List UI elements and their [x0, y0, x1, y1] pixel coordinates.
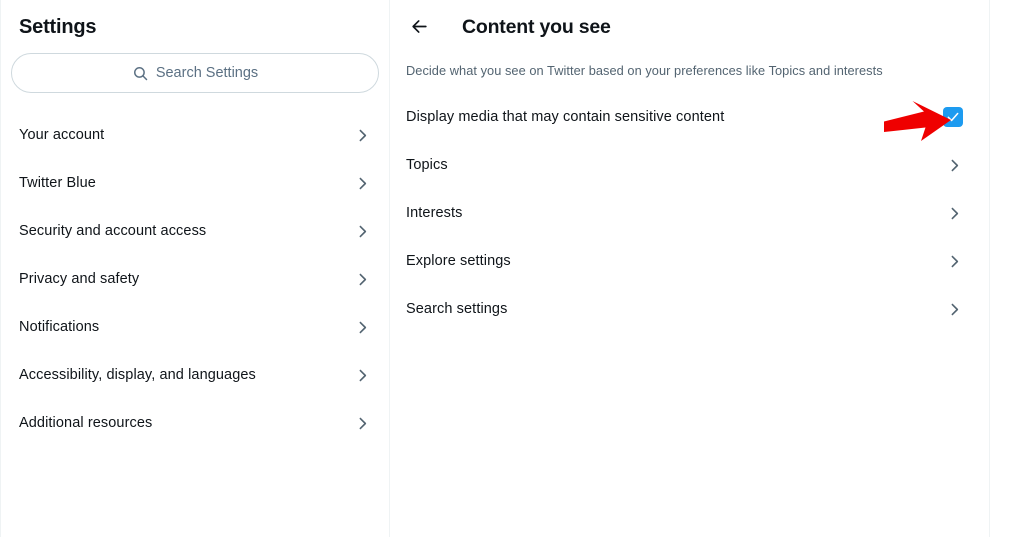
- sidebar-item-accessibility-display-and-languages[interactable]: Accessibility, display, and languages: [1, 351, 389, 399]
- right-gutter: [990, 0, 1015, 537]
- sidebar-item-label: Your account: [19, 127, 105, 143]
- chevron-right-icon: [354, 415, 371, 432]
- detail-item-interests[interactable]: Interests: [390, 189, 989, 237]
- detail-description: Decide what you see on Twitter based on …: [406, 63, 883, 78]
- back-button[interactable]: [406, 14, 432, 40]
- search-container: Search Settings: [1, 40, 389, 93]
- settings-sidebar: Settings Search Settings Your account Tw…: [0, 0, 390, 537]
- chevron-right-icon: [354, 271, 371, 288]
- chevron-right-icon: [946, 205, 963, 222]
- detail-item-label: Search settings: [406, 301, 508, 317]
- checkmark-icon: [946, 110, 960, 124]
- chevron-right-icon: [946, 253, 963, 270]
- chevron-right-icon: [354, 175, 371, 192]
- chevron-right-icon: [354, 367, 371, 384]
- search-placeholder: Search Settings: [155, 65, 259, 81]
- detail-item-explore-settings[interactable]: Explore settings: [390, 237, 989, 285]
- sidebar-nav-list: Your account Twitter Blue Security and a…: [1, 111, 389, 447]
- content-you-see-panel: Content you see Decide what you see on T…: [390, 0, 990, 537]
- detail-item-topics[interactable]: Topics: [390, 141, 989, 189]
- sensitive-media-row[interactable]: Display media that may contain sensitive…: [390, 93, 989, 141]
- search-icon: [132, 65, 149, 82]
- search-input[interactable]: Search Settings: [11, 53, 379, 93]
- sidebar-item-label: Twitter Blue: [19, 175, 96, 191]
- detail-item-label: Interests: [406, 205, 463, 221]
- sidebar-item-notifications[interactable]: Notifications: [1, 303, 389, 351]
- detail-item-label: Explore settings: [406, 253, 511, 269]
- sidebar-item-label: Additional resources: [19, 415, 153, 431]
- sensitive-media-label: Display media that may contain sensitive…: [406, 109, 725, 125]
- sidebar-item-label: Security and account access: [19, 223, 207, 239]
- sensitive-media-checkbox[interactable]: [943, 107, 963, 127]
- sidebar-item-security-and-account-access[interactable]: Security and account access: [1, 207, 389, 255]
- chevron-right-icon: [946, 157, 963, 174]
- sidebar-item-privacy-and-safety[interactable]: Privacy and safety: [1, 255, 389, 303]
- sidebar-item-additional-resources[interactable]: Additional resources: [1, 399, 389, 447]
- chevron-right-icon: [354, 127, 371, 144]
- arrow-left-icon: [410, 17, 429, 36]
- sidebar-item-label: Privacy and safety: [19, 271, 140, 287]
- chevron-right-icon: [354, 223, 371, 240]
- detail-item-search-settings[interactable]: Search settings: [390, 285, 989, 333]
- settings-page: Settings Search Settings Your account Tw…: [0, 0, 1015, 537]
- sidebar-item-your-account[interactable]: Your account: [1, 111, 389, 159]
- sidebar-item-twitter-blue[interactable]: Twitter Blue: [1, 159, 389, 207]
- detail-page-title: Content you see: [462, 15, 611, 38]
- page-title: Settings: [19, 16, 97, 38]
- sidebar-item-label: Notifications: [19, 319, 100, 335]
- chevron-right-icon: [354, 319, 371, 336]
- chevron-right-icon: [946, 301, 963, 318]
- detail-header: Content you see: [390, 0, 989, 53]
- detail-options-list: Display media that may contain sensitive…: [390, 93, 989, 333]
- detail-item-label: Topics: [406, 157, 448, 173]
- sidebar-header: Settings: [1, 0, 389, 40]
- sidebar-item-label: Accessibility, display, and languages: [19, 367, 256, 383]
